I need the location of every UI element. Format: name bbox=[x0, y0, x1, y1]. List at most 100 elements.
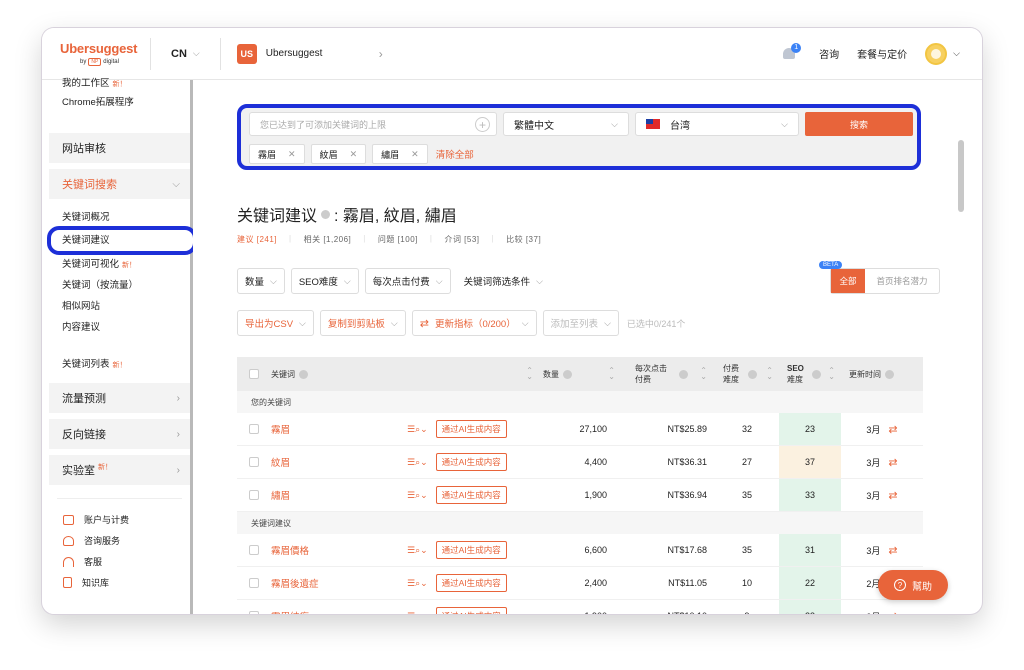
header-keyword[interactable]: 关键词 ⌃ ⌄ bbox=[271, 367, 539, 381]
chevron-down-icon[interactable]: ⌵ bbox=[953, 48, 960, 59]
close-icon[interactable]: ✕ bbox=[350, 149, 358, 160]
sidebar-item-labs[interactable]: 实验室 新！ › bbox=[49, 455, 190, 485]
keyword-link[interactable]: 霧眉價格 bbox=[271, 543, 407, 557]
sidebar-item-site-audit[interactable]: 网站审核 bbox=[49, 133, 190, 163]
search-list-icon[interactable]: ☰⌕⌄ bbox=[407, 611, 428, 615]
row-checkbox[interactable] bbox=[249, 457, 259, 467]
ai-content-button[interactable]: 通过AI生成内容 bbox=[435, 574, 507, 592]
help-button[interactable]: ? 幫助 bbox=[878, 570, 948, 600]
pricing-link[interactable]: 套餐与定价 bbox=[857, 46, 907, 61]
sidebar-item-keyword-ideas[interactable]: 关键词建议 bbox=[47, 226, 197, 255]
sort-icon[interactable]: ⌃ ⌄ bbox=[828, 367, 835, 381]
sidebar-item-similar-websites[interactable]: 相似网站 bbox=[49, 296, 190, 317]
sidebar-item-chrome-extension[interactable]: Chrome拓展程序 bbox=[49, 91, 190, 115]
refresh-icon[interactable]: ⇄ bbox=[888, 610, 897, 615]
row-checkbox[interactable] bbox=[249, 611, 259, 614]
search-list-icon[interactable]: ☰⌕⌄ bbox=[407, 490, 428, 501]
refresh-icon[interactable]: ⇄ bbox=[888, 489, 897, 502]
ai-content-button[interactable]: 通过AI生成内容 bbox=[435, 420, 507, 438]
cpc-filter[interactable]: 每次点击付费 ⌵ bbox=[364, 268, 451, 294]
ai-content-button[interactable]: 通过AI生成内容 bbox=[435, 453, 507, 471]
sidebar-item-keyword-overview[interactable]: 关键词概况 bbox=[49, 207, 190, 228]
toggle-all[interactable]: BETA 全部 bbox=[819, 261, 865, 293]
logo[interactable]: Ubersuggest by NP digital bbox=[42, 41, 150, 66]
sidebar-item-account-billing[interactable]: 账户与计费 bbox=[49, 509, 190, 530]
help-icon[interactable] bbox=[321, 209, 331, 219]
help-icon[interactable] bbox=[885, 369, 894, 379]
sidebar-item-consulting[interactable]: 咨询服务 bbox=[49, 530, 190, 551]
sidebar-item-workspace[interactable]: 我的工作区 新！ bbox=[49, 77, 190, 91]
keyword-link[interactable]: 霧眉結痂 bbox=[271, 609, 407, 614]
row-checkbox[interactable] bbox=[249, 490, 259, 500]
sort-icon[interactable]: ⌃ ⌄ bbox=[766, 367, 773, 381]
refresh-icon[interactable]: ⇄ bbox=[888, 456, 897, 469]
close-icon[interactable]: ✕ bbox=[411, 149, 419, 160]
close-icon[interactable]: ✕ bbox=[288, 149, 296, 160]
tab-prepositions[interactable]: 介词 [53] bbox=[444, 234, 479, 245]
keyword-link[interactable]: 霧眉 bbox=[271, 422, 407, 436]
header-updated[interactable]: 更新时间 bbox=[841, 369, 923, 380]
select-all-checkbox[interactable] bbox=[249, 369, 259, 379]
keyword-link[interactable]: 紋眉 bbox=[271, 455, 407, 469]
help-icon[interactable] bbox=[563, 369, 572, 379]
copy-clipboard-button[interactable]: 复制到剪贴板 ⌵ bbox=[319, 310, 406, 336]
search-list-icon[interactable]: ☰⌕⌄ bbox=[407, 457, 428, 468]
keyword-link[interactable]: 霧眉後遺症 bbox=[271, 576, 407, 590]
toggle-first-page-potential[interactable]: 首页排名潜力 bbox=[865, 269, 939, 293]
sidebar-item-content-ideas[interactable]: 内容建议 bbox=[49, 317, 190, 338]
help-icon[interactable] bbox=[679, 369, 689, 379]
sort-icon[interactable]: ⌃ ⌄ bbox=[608, 367, 615, 381]
help-icon[interactable] bbox=[811, 369, 821, 379]
ai-content-button[interactable]: 通过AI生成内容 bbox=[435, 607, 507, 614]
sidebar-item-support[interactable]: 客服 bbox=[49, 551, 190, 572]
tab-suggestions[interactable]: 建议 [241] bbox=[237, 234, 277, 245]
help-icon[interactable] bbox=[299, 369, 308, 379]
volume-filter[interactable]: 数量 ⌵ bbox=[237, 268, 285, 294]
search-button[interactable]: 搜索 bbox=[805, 112, 913, 136]
row-checkbox[interactable] bbox=[249, 424, 259, 434]
search-list-icon[interactable]: ☰⌕⌄ bbox=[407, 545, 428, 556]
search-list-icon[interactable]: ☰⌕⌄ bbox=[407, 578, 428, 589]
project-selector[interactable]: US Ubersuggest › bbox=[236, 39, 383, 69]
keyword-filters-dropdown[interactable]: 关键词筛选条件 ⌵ bbox=[456, 268, 550, 294]
sort-icon[interactable]: ⌃ ⌄ bbox=[526, 367, 533, 381]
sidebar-item-keyword-lists[interactable]: 关键词列表 新！ bbox=[49, 354, 190, 375]
update-metrics-button[interactable]: ⇄ 更新指标（0/200） ⌵ bbox=[411, 310, 537, 336]
country-select[interactable]: 台湾 ⌵ bbox=[635, 112, 799, 136]
tab-questions[interactable]: 问题 [100] bbox=[378, 234, 418, 245]
sidebar-item-keyword-visualization[interactable]: 关键词可视化 新！ bbox=[49, 254, 190, 275]
help-icon[interactable] bbox=[748, 369, 758, 379]
sidebar-item-keywords-by-traffic[interactable]: 关键词（按流量） bbox=[49, 275, 190, 296]
sidebar-item-backlinks[interactable]: 反向链接 › bbox=[49, 419, 190, 449]
header-cpc[interactable]: 每次点击 付费 ⌃ ⌄ bbox=[623, 363, 715, 385]
refresh-icon[interactable]: ⇄ bbox=[888, 544, 897, 557]
scrollbar[interactable] bbox=[958, 140, 964, 212]
keyword-input[interactable]: 您已达到了可添加关键词的上限 + bbox=[249, 112, 497, 136]
sidebar-item-keyword-search[interactable]: 关键词搜索 ⌵ bbox=[49, 169, 190, 199]
add-to-list-button[interactable]: 添加至列表 ⌵ bbox=[542, 310, 619, 336]
row-checkbox[interactable] bbox=[249, 578, 259, 588]
bell-icon[interactable]: 1 bbox=[781, 42, 802, 62]
header-seo-difficulty[interactable]: SEO 难度 ⌃ ⌄ bbox=[779, 363, 841, 385]
header-volume[interactable]: 数量 ⌃ ⌄ bbox=[539, 367, 623, 381]
sidebar-item-knowledge-base[interactable]: 知识库 bbox=[49, 572, 190, 593]
sort-icon[interactable]: ⌃ ⌄ bbox=[700, 367, 707, 381]
avatar[interactable] bbox=[925, 42, 948, 65]
plus-icon[interactable]: + bbox=[475, 117, 490, 132]
language-switcher[interactable]: CN ⌵ bbox=[151, 48, 220, 60]
search-list-icon[interactable]: ☰⌕⌄ bbox=[407, 424, 428, 435]
export-csv-button[interactable]: 导出为CSV ⌵ bbox=[237, 310, 314, 336]
sidebar-item-traffic-forecast[interactable]: 流量预测 › bbox=[49, 383, 190, 413]
tab-related[interactable]: 相关 [1,206] bbox=[304, 234, 352, 245]
keyword-link[interactable]: 繡眉 bbox=[271, 488, 407, 502]
tab-comparisons[interactable]: 比较 [37] bbox=[506, 234, 541, 245]
seo-difficulty-filter[interactable]: SEO难度 ⌵ bbox=[290, 268, 359, 294]
row-checkbox[interactable] bbox=[249, 545, 259, 555]
clear-all-link[interactable]: 清除全部 bbox=[436, 147, 474, 161]
header-paid-difficulty[interactable]: 付费 难度 ⌃ ⌄ bbox=[715, 363, 779, 385]
ai-content-button[interactable]: 通过AI生成内容 bbox=[435, 486, 507, 504]
consult-link[interactable]: 咨询 bbox=[819, 46, 839, 61]
language-select[interactable]: 繁體中文 ⌵ bbox=[503, 112, 629, 136]
refresh-icon[interactable]: ⇄ bbox=[888, 423, 897, 436]
ai-content-button[interactable]: 通过AI生成内容 bbox=[435, 541, 507, 559]
